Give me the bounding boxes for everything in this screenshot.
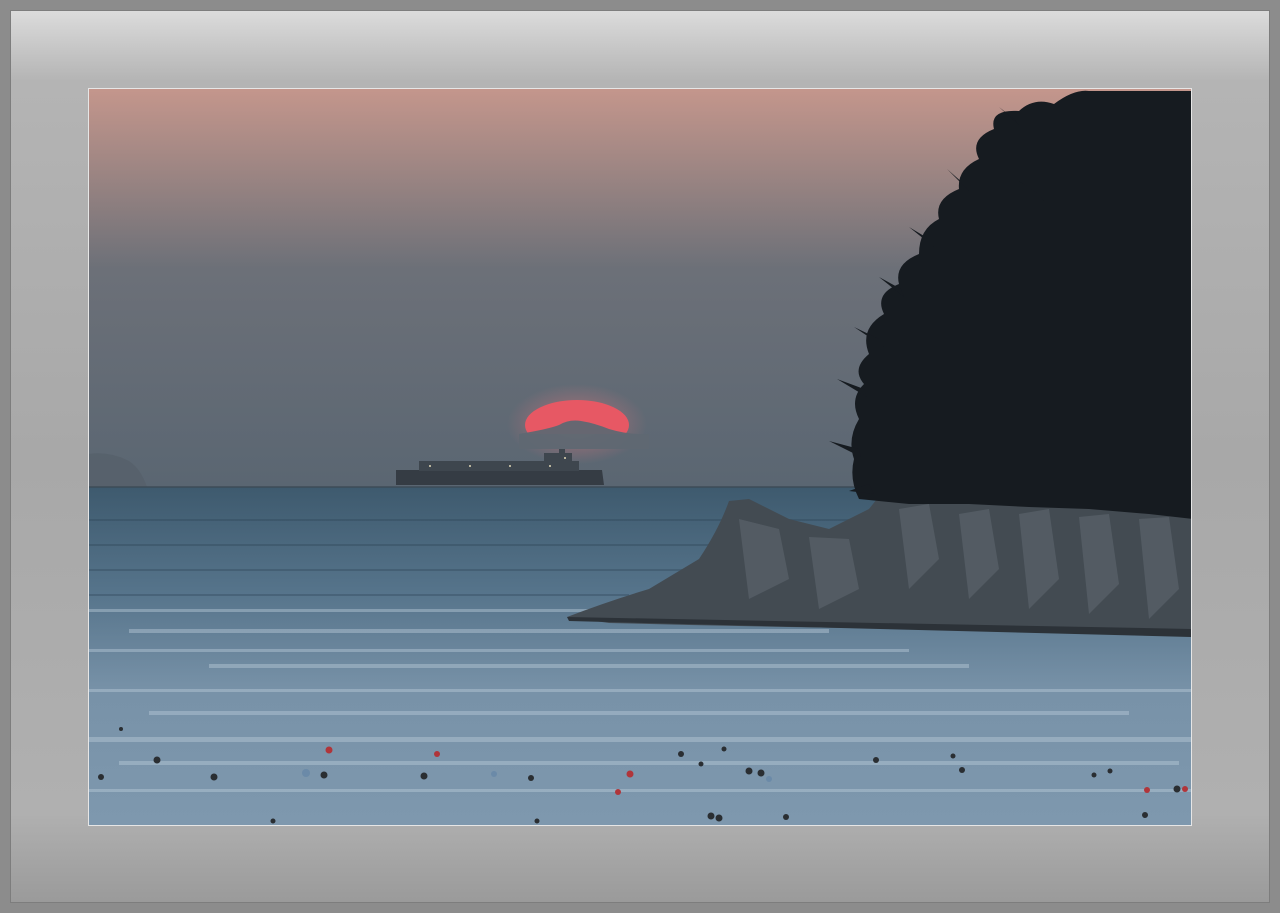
photo-canvas: [89, 89, 1191, 825]
sunset-photo: [88, 88, 1192, 826]
